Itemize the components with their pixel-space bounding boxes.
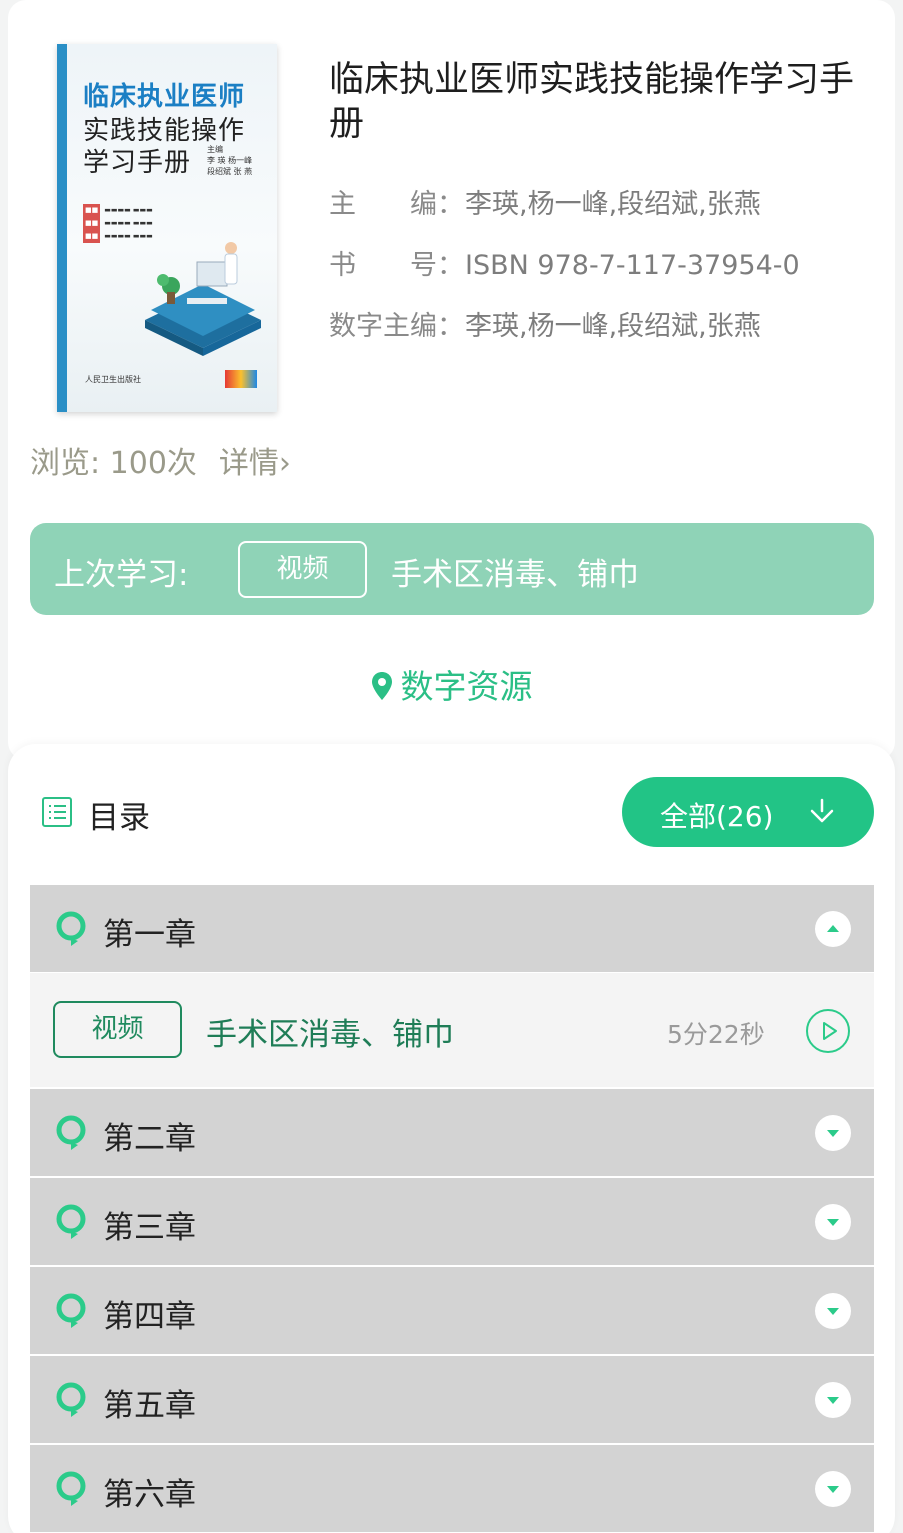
cover-title-line3: 学习手册 [83,148,192,178]
last-study-title: 手术区消毒、铺巾 [391,557,639,593]
meta-editor-value: 李瑛,杨一峰,段绍斌,张燕 [465,189,761,220]
lesson-title: 手术区消毒、铺巾 [206,1017,454,1053]
chapter-4-header[interactable]: 第四章 [30,1267,874,1354]
chapter-title: 第一章 [103,917,196,953]
expand-toggle[interactable] [815,1382,851,1418]
chapter-1-header[interactable]: 第一章 [30,885,874,972]
arrow-down-icon [810,798,834,823]
toc-filter-button[interactable]: 全部(26) [622,777,874,847]
toc-label: 目录 [88,800,150,836]
meta-isbn-value: ISBN 978-7-117-37954-0 [465,250,800,281]
cover-illustration [145,242,261,356]
lesson-row[interactable]: 视频 手术区消毒、铺巾 5分22秒 [30,973,874,1087]
chevron-up-icon [827,925,839,932]
book-cover-image[interactable]: 临床执业医师 实践技能操作 学习手册 主编 李 瑛 杨一峰 段绍斌 张 燕 ■■… [57,44,277,412]
play-icon[interactable] [805,1008,851,1054]
chapter-title: 第二章 [103,1121,196,1157]
cover-editors-heading: 主编 [207,145,223,154]
chevron-down-icon [827,1308,839,1315]
digital-resources-link[interactable]: 数字资源 [0,660,903,708]
lesson-type-badge: 视频 [53,1001,182,1058]
chapter-icon [56,1204,86,1239]
chapter-title: 第六章 [103,1477,196,1513]
chapter-title: 第三章 [103,1210,196,1246]
chapter-2-header[interactable]: 第二章 [30,1089,874,1176]
meta-digital-editor-label: 数字主编： [329,311,464,342]
views-row: 浏览: 100次 详情› [30,438,291,482]
cover-bullets: ■■ ▬▬▬▬ ▬▬▬ ■■ ▬▬▬▬ ▬▬▬ ■■ ▬▬▬▬ ▬▬▬ [83,204,153,243]
views-count: 浏览: 100次 [30,446,197,481]
expand-toggle[interactable] [815,1204,851,1240]
meta-digital-editor-row: 数字主编：李瑛,杨一峰,段绍斌,张燕 [329,304,761,343]
toc-filter-label: 全部(26) [660,800,774,833]
expand-toggle[interactable] [815,1471,851,1507]
cover-editors: 主编 李 瑛 杨一峰 段绍斌 张 燕 [207,144,252,177]
chapter-icon [56,1471,86,1506]
list-icon [42,797,72,827]
chapter-icon [56,1293,86,1328]
last-study-banner[interactable]: 上次学习: 视频 手术区消毒、铺巾 [30,523,874,615]
meta-digital-editor-value: 李瑛,杨一峰,段绍斌,张燕 [465,311,761,342]
chapter-title: 第五章 [103,1388,196,1424]
chapter-5-header[interactable]: 第五章 [30,1356,874,1443]
chevron-down-icon [827,1130,839,1137]
chapter-icon [56,1115,86,1150]
book-title: 临床执业医师实践技能操作学习手册 [329,60,855,144]
detail-link[interactable]: 详情› [219,446,291,481]
cover-spine [57,44,67,412]
meta-editor-row: 主 编：李瑛,杨一峰,段绍斌,张燕 [329,182,761,221]
collapse-toggle[interactable] [815,911,851,947]
chapter-title: 第四章 [103,1299,196,1335]
last-study-label: 上次学习: [54,557,189,593]
chapter-3-header[interactable]: 第三章 [30,1178,874,1265]
chevron-down-icon [827,1486,839,1493]
cover-publisher-logo [225,370,257,388]
last-study-type-badge: 视频 [238,541,367,598]
meta-isbn-label: 书 号： [329,250,464,281]
lesson-duration: 5分22秒 [667,1020,765,1049]
meta-isbn-row: 书 号：ISBN 978-7-117-37954-0 [329,243,800,282]
chevron-down-icon [827,1219,839,1226]
expand-toggle[interactable] [815,1293,851,1329]
location-pin-icon [371,672,392,700]
chapter-icon [56,1382,86,1417]
chapter-6-header[interactable]: 第六章 [30,1445,874,1532]
chapter-icon [56,911,86,946]
cover-title-line1: 临床执业医师 [83,82,246,112]
cover-editors-line2: 段绍斌 张 燕 [207,167,253,176]
cover-publisher: 人民卫生出版社 [85,375,141,384]
chevron-down-icon [827,1397,839,1404]
expand-toggle[interactable] [815,1115,851,1151]
meta-editor-label: 主 编： [329,189,464,220]
digital-resources-label: 数字资源 [400,667,533,706]
cover-editors-line1: 李 瑛 杨一峰 [207,156,253,165]
